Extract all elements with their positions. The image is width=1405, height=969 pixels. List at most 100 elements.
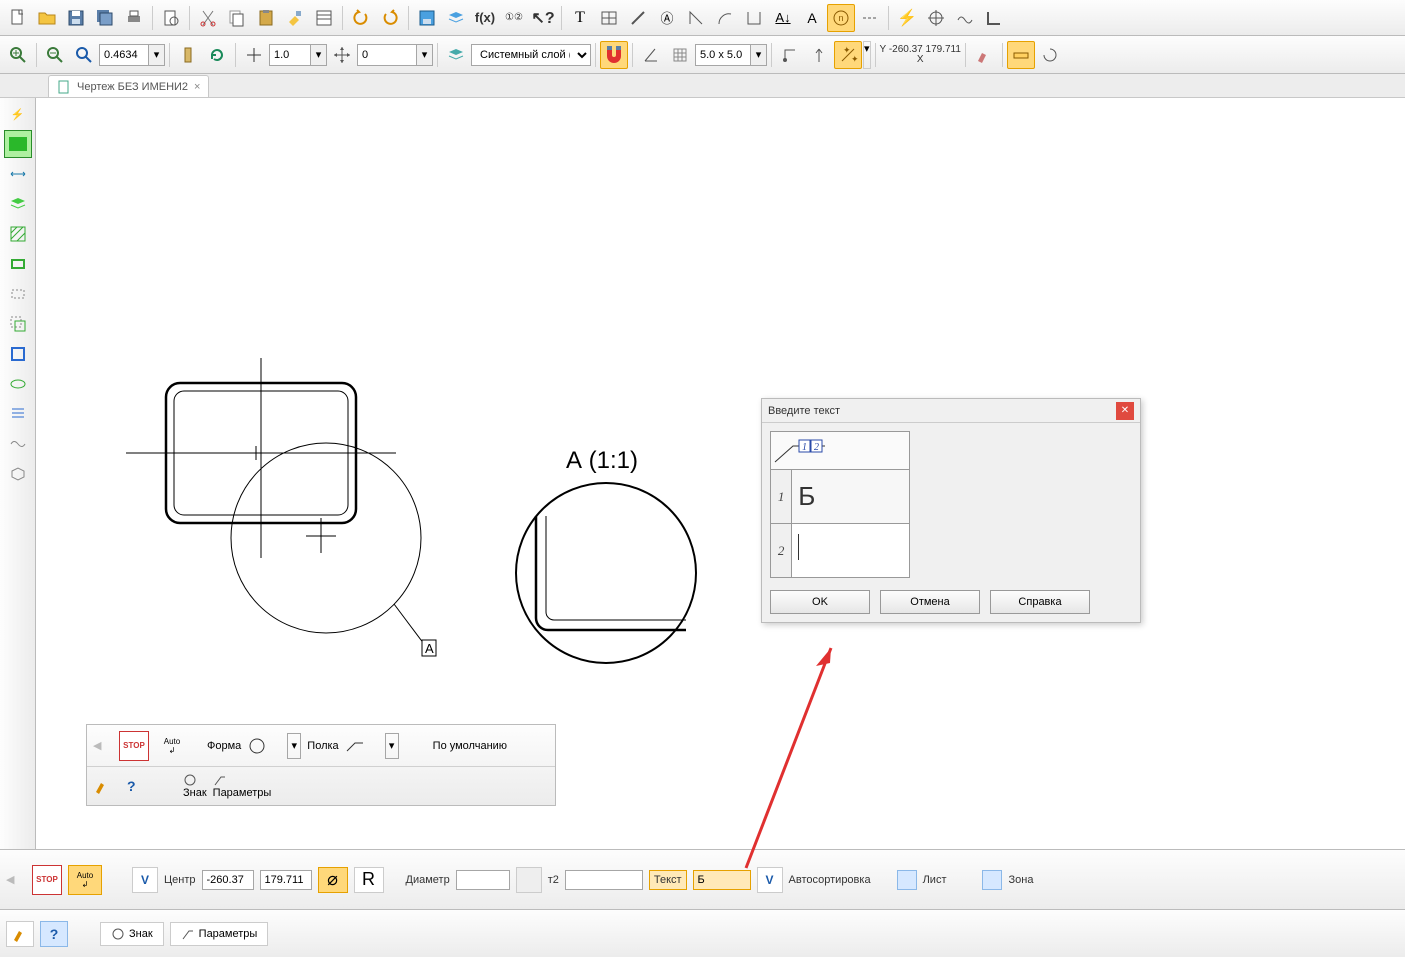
corner-button[interactable] (980, 4, 1008, 32)
offset-dropdown[interactable]: ▾ (417, 44, 433, 66)
angle-snap-button[interactable] (637, 41, 665, 69)
brush-button[interactable] (93, 777, 121, 795)
lb-dashed-rect-icon[interactable] (4, 280, 32, 308)
drawing-canvas[interactable]: А А (1:1) ◀ STOP Auto↲ Форма ▾ Полка ▾ П… (36, 98, 1405, 849)
zoom-dropdown[interactable]: ▾ (149, 44, 165, 66)
diameter-input[interactable] (456, 870, 510, 890)
text-input[interactable] (693, 870, 751, 890)
table-tool-button[interactable] (595, 4, 623, 32)
n-circle-button[interactable]: n (827, 4, 855, 32)
layer-icon-button[interactable] (442, 41, 470, 69)
center-x-input[interactable] (202, 870, 254, 890)
zoom-input[interactable] (99, 44, 149, 66)
center-check[interactable]: V (132, 867, 158, 893)
dialog-close-button[interactable]: ✕ (1116, 402, 1134, 420)
zoom-fit-button[interactable] (70, 41, 98, 69)
shape-circle-button[interactable] (247, 736, 281, 756)
bp-back-button[interactable]: ◀ (6, 873, 26, 886)
measure-button[interactable] (1007, 41, 1035, 69)
a-frame-button[interactable]: Ⓐ (653, 4, 681, 32)
refresh-button[interactable] (203, 41, 231, 69)
zone-check[interactable] (982, 870, 1002, 890)
format-painter-button[interactable] (281, 4, 309, 32)
row2-cell[interactable] (792, 524, 910, 578)
scale-input[interactable] (269, 44, 311, 66)
fraction-button[interactable]: ①② (500, 4, 528, 32)
line-tool-button[interactable] (624, 4, 652, 32)
copy-button[interactable] (223, 4, 251, 32)
bp-stop-button[interactable]: STOP (32, 865, 62, 895)
lb-ellipse-icon[interactable] (4, 370, 32, 398)
a-plain-button[interactable]: A (798, 4, 826, 32)
wave-button[interactable] (951, 4, 979, 32)
radius-symbol-button[interactable]: R (354, 867, 384, 893)
target-button[interactable] (922, 4, 950, 32)
zoom-combo[interactable]: ▾ (99, 44, 165, 66)
auto-button[interactable]: Auto↲ (155, 731, 189, 761)
arc-button[interactable] (711, 4, 739, 32)
shelf-button[interactable] (345, 739, 379, 753)
zoom-in-button[interactable] (4, 41, 32, 69)
lb-hatch-icon[interactable] (4, 220, 32, 248)
dash-line-button[interactable] (856, 4, 884, 32)
text-tool-button[interactable]: T (566, 4, 594, 32)
print-button[interactable] (120, 4, 148, 32)
lb-thunder-icon[interactable]: ⚡ (4, 100, 32, 128)
sheet-check[interactable] (897, 870, 917, 890)
dialog-titlebar[interactable]: Введите текст ✕ (762, 399, 1140, 423)
lb-green-rect-icon[interactable] (4, 130, 32, 158)
autosort-check[interactable]: V (757, 867, 783, 893)
tab-params[interactable]: Параметры (213, 773, 272, 799)
dialog-help-button[interactable]: Справка (990, 590, 1090, 614)
shape-dropdown[interactable]: ▾ (287, 733, 301, 759)
dialog-ok-button[interactable]: OK (770, 590, 870, 614)
layer-select[interactable]: Системный слой (0) (471, 44, 591, 66)
save-button[interactable] (62, 4, 90, 32)
default-check[interactable] (405, 735, 427, 757)
lb-blue-rect-icon[interactable] (4, 340, 32, 368)
lb-dimension-icon[interactable] (4, 160, 32, 188)
lb-list-icon[interactable] (4, 400, 32, 428)
grid-button[interactable] (666, 41, 694, 69)
magnet-button[interactable] (600, 41, 628, 69)
angle-button[interactable] (682, 4, 710, 32)
bp2-help-button[interactable]: ? (40, 921, 68, 947)
save-doc-button[interactable] (413, 4, 441, 32)
column-button[interactable] (174, 41, 202, 69)
open-file-button[interactable] (33, 4, 61, 32)
thunder-button[interactable]: ⚡ (893, 4, 921, 32)
t2-check[interactable] (516, 867, 542, 893)
shelf-dropdown[interactable]: ▾ (385, 733, 399, 759)
tab-sign[interactable]: Знак (183, 773, 207, 799)
stop-button[interactable]: STOP (119, 731, 149, 761)
preview-button[interactable] (157, 4, 185, 32)
row1-cell[interactable]: Б (792, 470, 910, 524)
lb-copy-rect-icon[interactable] (4, 310, 32, 338)
help-pointer-button[interactable]: ↖? (529, 4, 557, 32)
bp-auto-button[interactable]: Auto↲ (68, 865, 102, 895)
layers-button[interactable] (442, 4, 470, 32)
center-y-input[interactable] (260, 870, 312, 890)
square-u-button[interactable] (740, 4, 768, 32)
rotate-tool-button[interactable] (1036, 41, 1064, 69)
paste-button[interactable] (252, 4, 280, 32)
bp2-brush-button[interactable] (6, 921, 34, 947)
scale-dropdown[interactable]: ▾ (311, 44, 327, 66)
arrow-up-button[interactable] (805, 41, 833, 69)
offset-combo[interactable]: ▾ (357, 44, 433, 66)
lb-3d-icon[interactable] (4, 460, 32, 488)
diameter-symbol-button[interactable]: ⌀ (318, 867, 348, 893)
snap-star-button[interactable]: ✦✦ (834, 41, 862, 69)
save-all-button[interactable] (91, 4, 119, 32)
new-file-button[interactable] (4, 4, 32, 32)
redo-button[interactable] (376, 4, 404, 32)
tab-close-icon[interactable]: × (194, 81, 200, 93)
grid-input[interactable] (695, 44, 751, 66)
bp2-tab-params[interactable]: Параметры (170, 922, 269, 946)
cut-button[interactable] (194, 4, 222, 32)
brush-tool-button[interactable] (970, 41, 998, 69)
bp2-tab-sign[interactable]: Знак (100, 922, 164, 946)
fx-button[interactable]: f(x) (471, 4, 499, 32)
lb-wave-icon[interactable] (4, 430, 32, 458)
a-underline-button[interactable]: A↓ (769, 4, 797, 32)
